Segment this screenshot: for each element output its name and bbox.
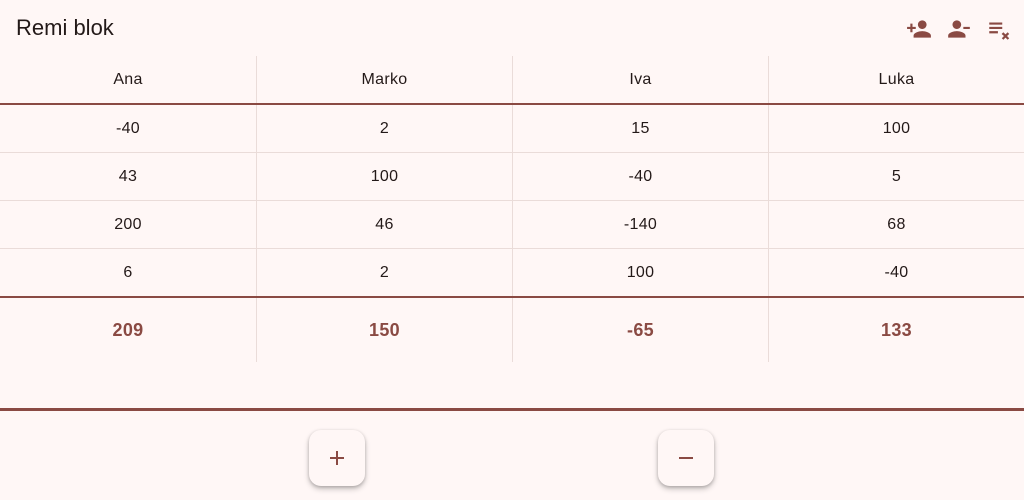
score-cell[interactable]: 200 [0,201,256,248]
score-cell[interactable]: 100 [512,249,768,296]
total-cell: 209 [112,319,144,340]
score-table: Ana Marko Iva Luka -40 2 15 100 43 100 -… [0,56,1024,362]
add-player-button[interactable] [902,12,936,46]
score-cell[interactable]: 46 [256,201,512,248]
score-cell[interactable]: 43 [0,153,256,200]
score-cell[interactable]: 68 [768,201,1024,248]
page-title: Remi blok [16,15,114,40]
score-cell[interactable]: 6 [0,249,256,296]
player-name-cell[interactable]: Ana [0,56,256,103]
score-cell[interactable]: -40 [768,249,1024,296]
clear-all-icon [989,22,1010,40]
total-cell: 133 [768,298,1024,362]
score-cell[interactable]: 2 [256,105,512,152]
player-name-cell[interactable]: Marko [256,56,512,103]
person-add-icon [907,20,931,38]
clear-all-button[interactable] [982,12,1016,46]
score-cell[interactable]: -40 [0,105,256,152]
totals-row: 209 150 -65 133 [0,298,1024,362]
remove-player-button[interactable] [942,12,976,46]
score-cell[interactable]: 100 [256,153,512,200]
score-cell[interactable]: 15 [512,105,768,152]
remove-round-button[interactable] [658,430,714,486]
app-bar: Remi blok [0,0,1024,56]
score-cell[interactable]: 2 [256,249,512,296]
score-cell[interactable]: 100 [768,105,1024,152]
total-cell: -65 [512,298,768,362]
minus-icon [679,457,693,459]
total-cell: 150 [256,298,512,362]
plus-icon [330,451,344,465]
round-row: 43 100 -40 5 [0,153,1024,201]
bottom-bar [0,408,1024,500]
add-round-button[interactable] [309,430,365,486]
round-row: 200 46 -140 68 [0,201,1024,249]
round-row: 6 2 100 -40 [0,249,1024,298]
person-remove-icon [948,20,970,38]
score-cell[interactable]: 5 [768,153,1024,200]
score-cell[interactable]: -40 [512,153,768,200]
player-header-row: Ana Marko Iva Luka [0,56,1024,105]
toolbar-actions [902,12,1016,46]
round-row: -40 2 15 100 [0,105,1024,153]
score-cell[interactable]: -140 [512,201,768,248]
player-name-cell[interactable]: Iva [512,56,768,103]
player-name-cell[interactable]: Luka [768,56,1024,103]
